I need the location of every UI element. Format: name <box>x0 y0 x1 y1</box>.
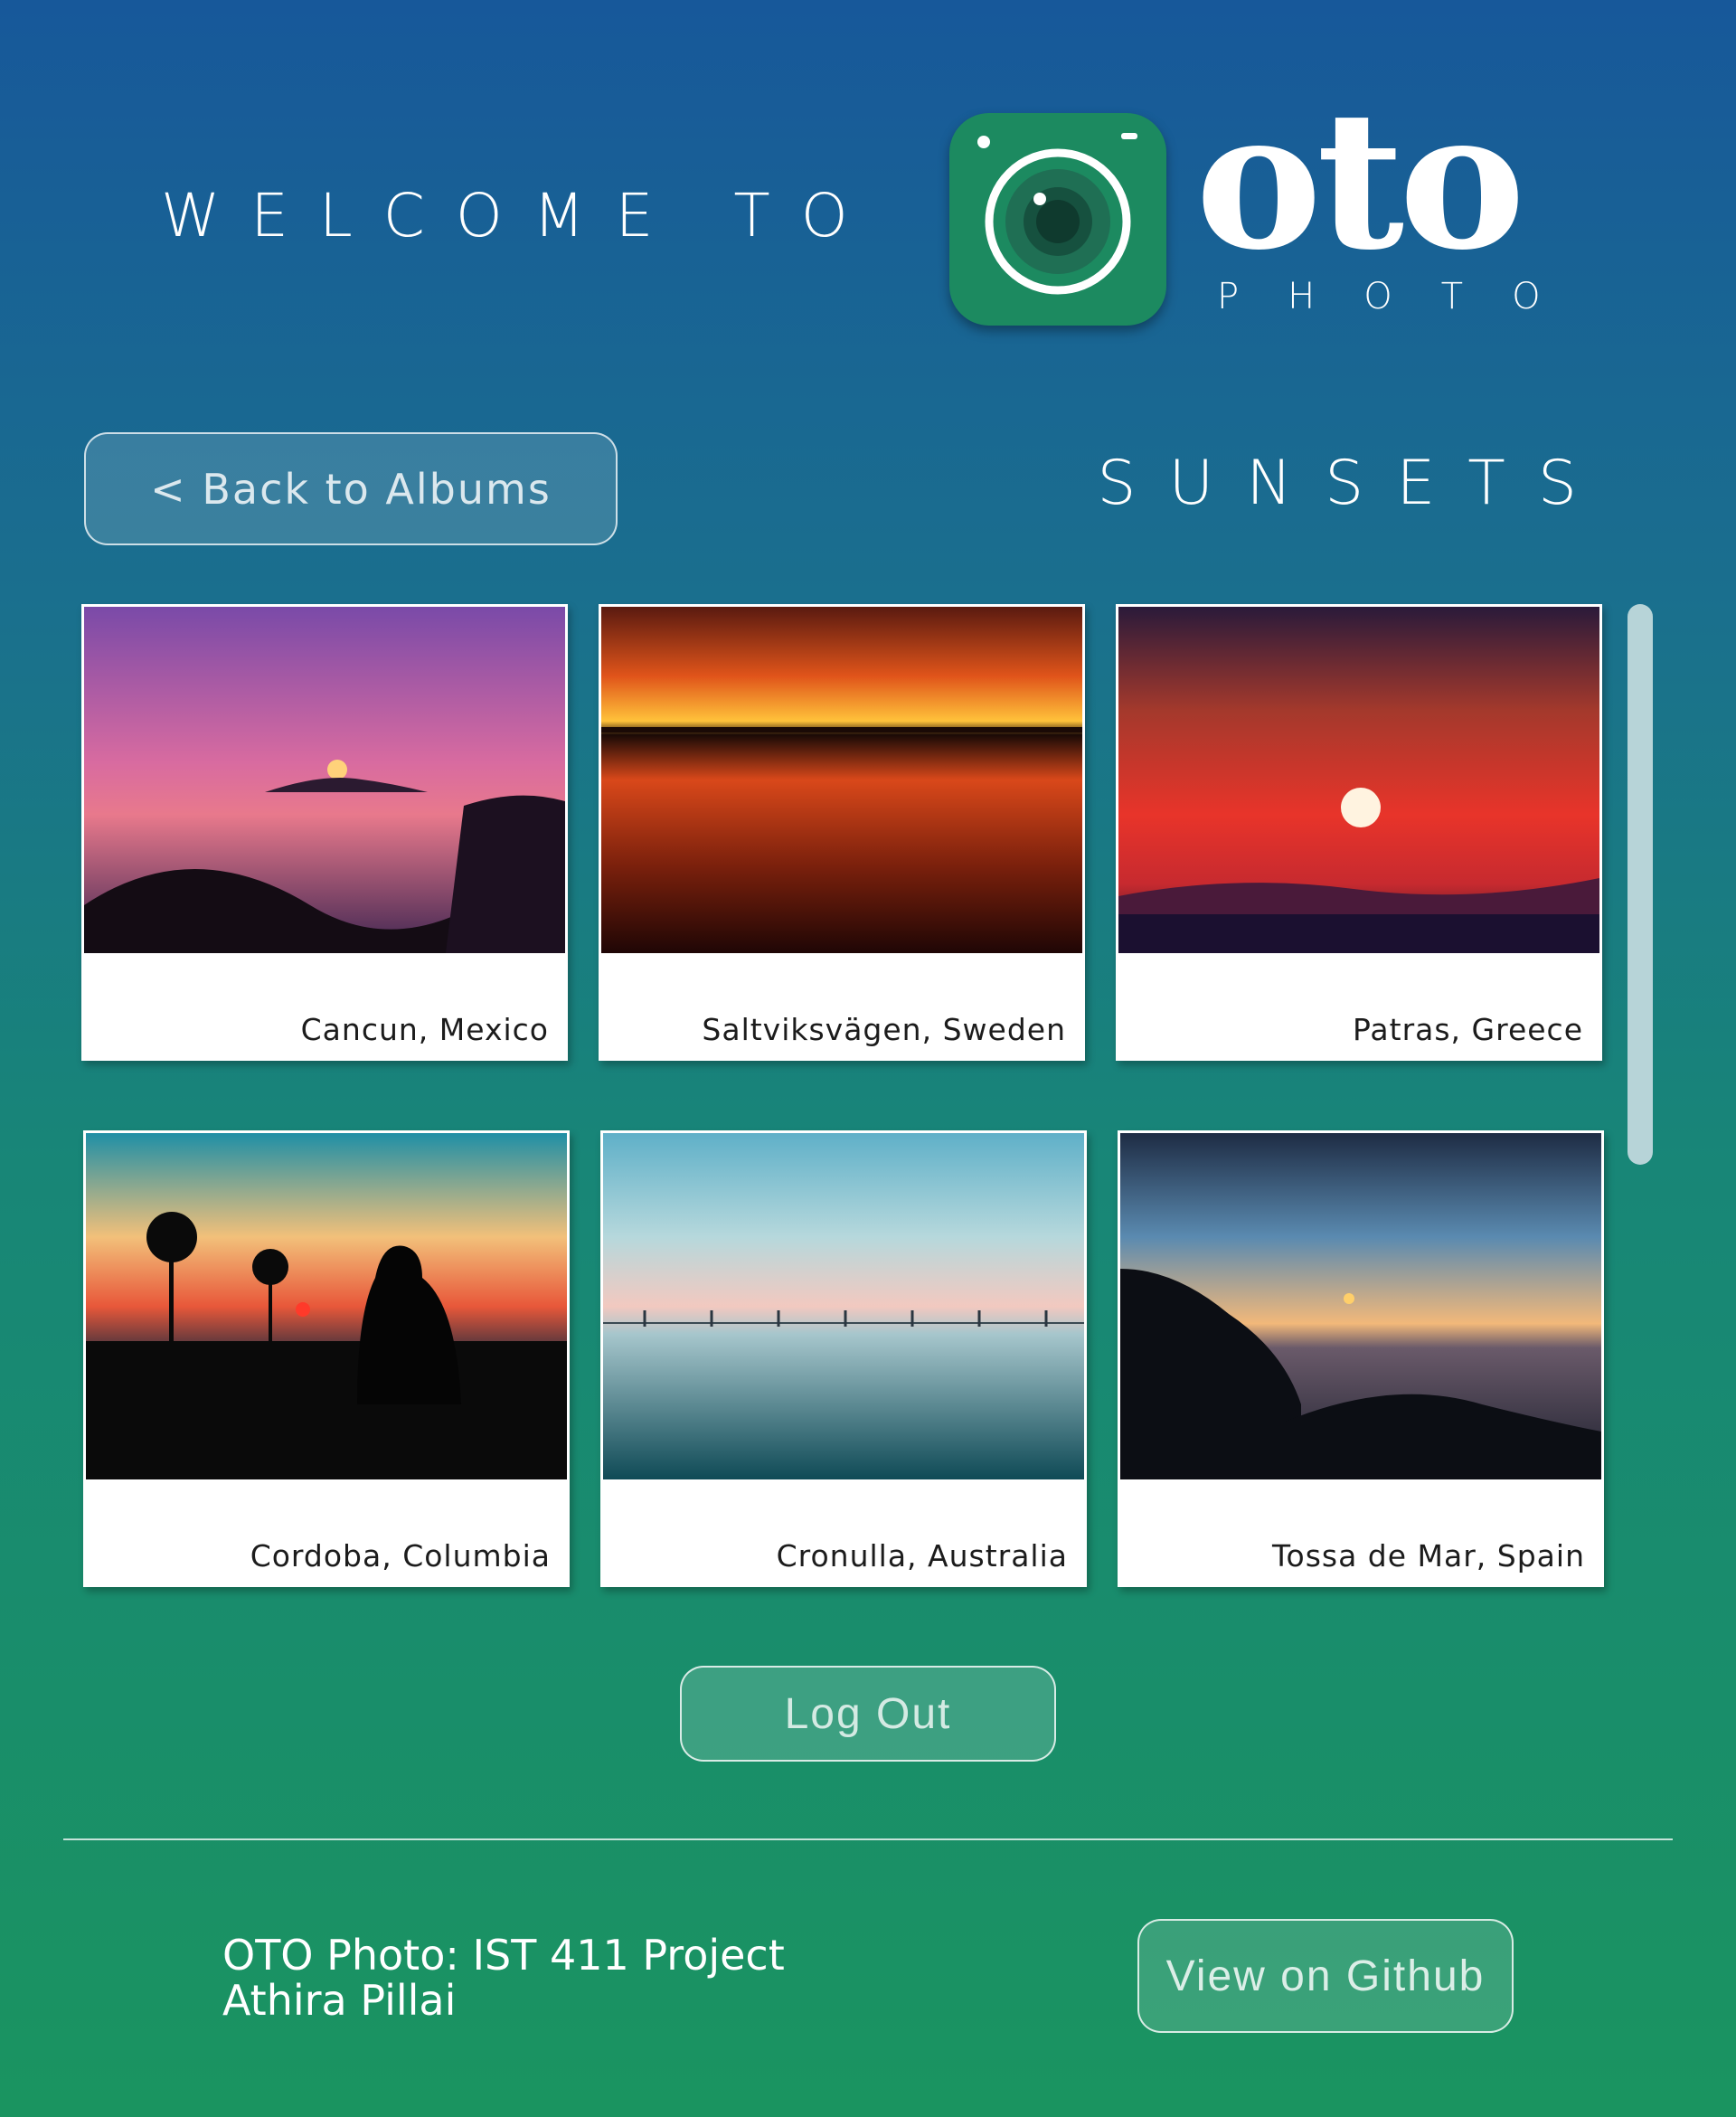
photo-card-tossa[interactable]: Tossa de Mar, Spain <box>1118 1130 1604 1587</box>
view-on-github-button[interactable]: View on Github <box>1137 1919 1514 2033</box>
photo-cronulla <box>603 1133 1084 1479</box>
camera-logo-icon <box>949 113 1166 326</box>
brand-subtitle: PHOTO <box>1217 276 1590 317</box>
photo-caption: Cancun, Mexico <box>300 1012 549 1047</box>
footer-divider <box>63 1838 1673 1840</box>
back-to-albums-button[interactable]: < Back to Albums <box>84 432 618 545</box>
welcome-text: WELCOME TO <box>161 181 879 250</box>
photo-card-cordoba[interactable]: Cordoba, Columbia <box>83 1130 570 1587</box>
photo-caption: Saltviksvägen, Sweden <box>702 1012 1066 1047</box>
photo-card-saltviksvagen[interactable]: Saltviksvägen, Sweden <box>599 604 1085 1061</box>
photo-card-cronulla[interactable]: Cronulla, Australia <box>600 1130 1087 1587</box>
brand-logo-text: oto <box>1195 69 1525 292</box>
photo-caption: Cronulla, Australia <box>776 1538 1068 1574</box>
photo-caption: Tossa de Mar, Spain <box>1271 1538 1585 1574</box>
logout-button[interactable]: Log Out <box>680 1666 1056 1762</box>
photo-caption: Cordoba, Columbia <box>250 1538 551 1574</box>
photo-cordoba <box>86 1133 567 1479</box>
photo-card-cancun[interactable]: Cancun, Mexico <box>81 604 568 1061</box>
gallery-scrollbar[interactable] <box>1628 604 1653 1165</box>
photo-cancun <box>84 607 565 953</box>
photo-card-patras[interactable]: Patras, Greece <box>1116 604 1602 1061</box>
photo-caption: Patras, Greece <box>1352 1012 1583 1047</box>
footer-project-line: OTO Photo: IST 411 Project <box>222 1931 785 1980</box>
photo-tossa <box>1120 1133 1601 1479</box>
photo-saltviksvagen <box>601 607 1082 953</box>
photo-patras <box>1118 607 1599 953</box>
footer-author: Athira Pillai <box>222 1976 457 2025</box>
album-title: SUNSETS <box>1097 448 1609 519</box>
